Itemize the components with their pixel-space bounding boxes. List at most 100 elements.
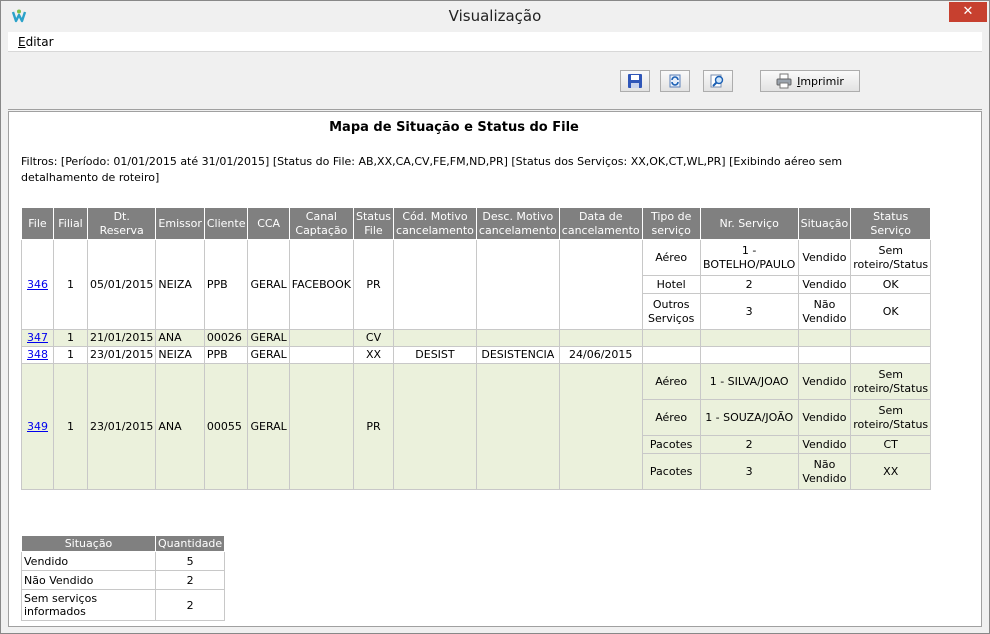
file-link[interactable]: 346 xyxy=(21,239,54,330)
cell-situacao: Não Vendido xyxy=(797,293,852,330)
cell-desc-motivo xyxy=(475,329,560,347)
save-button[interactable] xyxy=(620,70,650,92)
title-bar[interactable]: Visualização ✕ xyxy=(1,1,989,32)
window-title: Visualização xyxy=(448,7,542,25)
cell-dt-reserva: 05/01/2015 xyxy=(86,239,157,330)
cell-tipo-servico: Aéreo xyxy=(641,239,701,276)
cell-cod-motivo xyxy=(393,329,477,347)
report-title: Mapa de Situação e Status do File xyxy=(329,120,579,135)
cell-desc-motivo: DESISTENCIA xyxy=(475,346,560,364)
cell-cliente: PPB xyxy=(203,346,249,364)
cell-nr-servico: 2 xyxy=(699,275,799,294)
cell-canal xyxy=(288,329,354,347)
cell-tipo-servico: Pacotes xyxy=(641,453,701,490)
cell-tipo-servico: Aéreo xyxy=(641,399,701,436)
col-header: Filial xyxy=(53,207,88,240)
col-header: Dt. Reserva xyxy=(86,207,157,240)
summary-qty: 2 xyxy=(154,589,226,621)
cell-dt-reserva: 23/01/2015 xyxy=(86,363,157,490)
cell-situacao: Vendido xyxy=(797,399,852,436)
cell-filial: 1 xyxy=(53,363,88,490)
cell-status-servico: Sem roteiro/Status xyxy=(850,363,932,400)
cell-emissor: ANA xyxy=(155,329,205,347)
cell-cod-motivo: DESIST xyxy=(393,346,477,364)
cell-situacao: Vendido xyxy=(797,363,852,400)
cell-nr-servico: 1 - SILVA/JOAO xyxy=(699,363,799,400)
cell-situacao: Vendido xyxy=(797,435,852,454)
toolbar: Imprimir xyxy=(8,52,982,110)
col-header: Status File xyxy=(352,207,395,240)
cell-filial: 1 xyxy=(53,329,88,347)
printer-icon xyxy=(776,73,792,89)
cell-situacao: Vendido xyxy=(797,239,852,276)
cell-empty xyxy=(850,329,932,347)
cell-status-servico: Sem roteiro/Status xyxy=(850,399,932,436)
cell-data-canc xyxy=(558,329,643,347)
col-header: Tipo de serviço xyxy=(641,207,701,240)
cell-cod-motivo xyxy=(393,239,477,330)
cell-empty xyxy=(699,346,799,364)
col-header: Situação xyxy=(797,207,852,240)
zoom-button[interactable] xyxy=(703,70,733,92)
cell-status-servico: OK xyxy=(850,275,932,294)
report-area: Mapa de Situação e Status do File Filtro… xyxy=(8,111,982,627)
summary-table: Situação Quantidade Vendido 5 Não Vendid… xyxy=(21,535,226,621)
col-header: Nr. Serviço xyxy=(699,207,799,240)
cell-cliente: 00055 xyxy=(203,363,249,490)
cell-situacao: Não Vendido xyxy=(797,453,852,490)
cell-emissor: NEIZA xyxy=(155,239,205,330)
cell-empty xyxy=(850,346,932,364)
print-button[interactable]: Imprimir xyxy=(760,70,860,92)
cell-data-canc: 24/06/2015 xyxy=(558,346,643,364)
cell-desc-motivo xyxy=(475,239,560,330)
col-header: Data de cancelamento xyxy=(558,207,643,240)
file-link[interactable]: 349 xyxy=(21,363,54,490)
magnifier-icon xyxy=(710,74,724,88)
cell-nr-servico: 3 xyxy=(699,293,799,330)
table-row: 346 1 05/01/2015 NEIZA PPB GERAL FACEBOO… xyxy=(21,239,932,330)
print-label: Imprimir xyxy=(797,74,844,88)
summary-label: Não Vendido xyxy=(21,570,156,590)
cell-dt-reserva: 23/01/2015 xyxy=(86,346,157,364)
cell-emissor: NEIZA xyxy=(155,346,205,364)
file-link[interactable]: 348 xyxy=(21,346,54,364)
preview-window: Visualização ✕ Editar Imprimir Mapa de S… xyxy=(0,0,990,634)
table-header-row: File Filial Dt. Reserva Emissor Cliente … xyxy=(21,207,932,240)
summary-row: Sem serviços informados 2 xyxy=(21,589,226,621)
table-row: 349 1 23/01/2015 ANA 00055 GERAL PR Aére… xyxy=(21,363,932,490)
cell-cca: GERAL xyxy=(247,363,290,490)
cell-status-servico: Sem roteiro/Status xyxy=(850,239,932,276)
col-header: Situação xyxy=(21,535,156,552)
summary-row: Vendido 5 xyxy=(21,551,226,571)
files-table: File Filial Dt. Reserva Emissor Cliente … xyxy=(21,207,932,490)
cell-data-canc xyxy=(558,239,643,330)
table-row: 348 1 23/01/2015 NEIZA PPB GERAL XX DESI… xyxy=(21,346,932,364)
cell-filial: 1 xyxy=(53,239,88,330)
cell-nr-servico: 1 - SOUZA/JOÃO xyxy=(699,399,799,436)
save-icon xyxy=(628,74,642,88)
cell-status-file: XX xyxy=(352,346,395,364)
cell-empty xyxy=(699,329,799,347)
filters-text: Filtros: [Período: 01/01/2015 até 31/01/… xyxy=(21,155,843,184)
close-button[interactable]: ✕ xyxy=(949,2,987,22)
summary-label: Vendido xyxy=(21,551,156,571)
col-header: File xyxy=(21,207,54,240)
cell-tipo-servico: Pacotes xyxy=(641,435,701,454)
col-header: Cód. Motivo cancelamento xyxy=(393,207,477,240)
cell-canal xyxy=(288,363,354,490)
cell-emissor: ANA xyxy=(155,363,205,490)
cell-desc-motivo xyxy=(475,363,560,490)
cell-tipo-servico: Outros Serviços xyxy=(641,293,701,330)
refresh-button[interactable] xyxy=(660,70,690,92)
cell-dt-reserva: 21/01/2015 xyxy=(86,329,157,347)
summary-row: Não Vendido 2 xyxy=(21,570,226,590)
col-header: Desc. Motivo cancelamento xyxy=(475,207,560,240)
menu-editar[interactable]: Editar xyxy=(18,35,54,49)
cell-nr-servico: 3 xyxy=(699,453,799,490)
file-link[interactable]: 347 xyxy=(21,329,54,347)
cell-empty xyxy=(641,329,701,347)
cell-cca: GERAL xyxy=(247,346,290,364)
col-header: Status Serviço xyxy=(850,207,932,240)
refresh-icon xyxy=(669,74,681,88)
cell-canal xyxy=(288,346,354,364)
